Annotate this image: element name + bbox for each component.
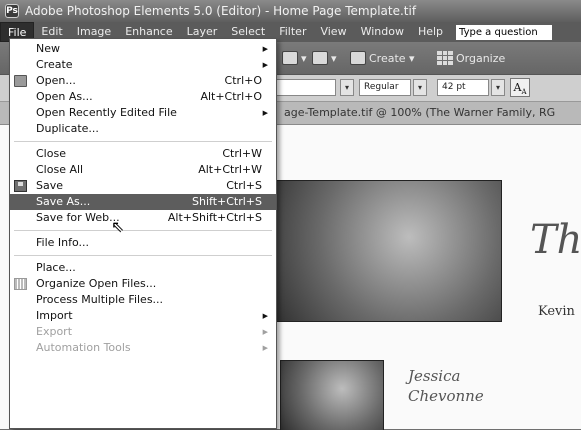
menu-item-close[interactable]: Close Ctrl+W xyxy=(10,146,276,162)
save-disk-icon xyxy=(14,180,27,192)
anti-alias-button[interactable]: AA xyxy=(510,78,530,97)
menu-item-duplicate[interactable]: Duplicate... xyxy=(10,121,276,137)
share-icon xyxy=(312,51,328,65)
menu-item-automation-tools: Automation Tools ▶ xyxy=(36,341,268,354)
window-title: Adobe Photoshop Elements 5.0 (Editor) - … xyxy=(25,4,417,18)
font-size-field[interactable]: 42 pt xyxy=(437,79,489,96)
ps-elements-icon[interactable]: Ps xyxy=(5,4,19,18)
menu-separator xyxy=(14,230,272,231)
submenu-arrow-icon: ▶ xyxy=(262,328,268,336)
menu-item-process-multiple[interactable]: Process Multiple Files... xyxy=(10,292,276,308)
font-style-dropdown[interactable]: ▾ xyxy=(413,79,427,96)
child-photo xyxy=(280,360,384,430)
menu-item-open-recent[interactable]: Open Recently Edited File ▶ xyxy=(10,105,276,121)
organize-grid-icon xyxy=(437,51,453,65)
open-folder-icon xyxy=(282,51,298,65)
font-family-field[interactable] xyxy=(276,79,336,96)
menu-item-save-as[interactable]: Save As... Shift+Ctrl+S xyxy=(10,194,276,210)
submenu-arrow-icon: ▶ xyxy=(262,109,268,117)
submenu-arrow-icon: ▶ xyxy=(262,312,268,320)
menu-item-save[interactable]: Save Ctrl+S xyxy=(10,178,276,194)
document-title: age-Template.tif @ 100% (The Warner Fami… xyxy=(284,106,556,119)
name-text-chevonne: Chevonne xyxy=(408,387,484,405)
submenu-arrow-icon: ▶ xyxy=(262,45,268,53)
menu-view[interactable]: View xyxy=(313,22,353,42)
script-title: Th xyxy=(530,217,581,263)
menu-separator xyxy=(14,141,272,142)
menu-item-import[interactable]: Import ▶ xyxy=(10,308,276,324)
menu-help[interactable]: Help xyxy=(411,22,450,42)
menu-item-create[interactable]: Create ▶ xyxy=(10,57,276,73)
title-bar: Ps Adobe Photoshop Elements 5.0 (Editor)… xyxy=(0,0,581,22)
create-button[interactable]: Create ▾ xyxy=(350,50,415,66)
menu-filter[interactable]: Filter xyxy=(272,22,313,42)
open-folder-icon xyxy=(14,75,27,87)
create-icon xyxy=(350,51,366,65)
menu-item-close-all[interactable]: Close All Alt+Ctrl+W xyxy=(10,162,276,178)
menu-item-place[interactable]: Place... xyxy=(10,260,276,276)
name-text-jessica: Jessica xyxy=(408,367,461,385)
menu-item-file-info[interactable]: File Info... xyxy=(10,235,276,251)
font-style-field[interactable]: Regular xyxy=(359,79,411,96)
name-text-kevin: Kevin xyxy=(538,304,575,319)
help-search-input[interactable]: Type a question xyxy=(456,24,553,40)
menu-item-open-as[interactable]: Open As... Alt+Ctrl+O xyxy=(10,89,276,105)
organize-icon xyxy=(14,278,27,290)
submenu-arrow-icon: ▶ xyxy=(262,61,268,69)
menu-item-export: Export ▶ xyxy=(36,325,268,338)
organize-button[interactable]: Organize xyxy=(437,50,505,66)
file-menu-dropdown: New ▶ Create ▶ Open... Ctrl+O Open As...… xyxy=(9,38,277,429)
menu-window[interactable]: Window xyxy=(354,22,411,42)
menu-item-new[interactable]: New ▶ xyxy=(10,41,276,57)
menu-item-open[interactable]: Open... Ctrl+O xyxy=(10,73,276,89)
menu-item-organize-open-files[interactable]: Organize Open Files... xyxy=(10,276,276,292)
submenu-arrow-icon: ▶ xyxy=(262,344,268,352)
open-tool-button[interactable]: ▾ xyxy=(282,50,307,66)
menu-separator xyxy=(14,255,272,256)
family-photo xyxy=(270,180,502,322)
share-tool-button[interactable]: ▾ xyxy=(312,50,337,66)
mouse-pointer-icon: ⇖ xyxy=(111,217,125,236)
font-family-dropdown[interactable]: ▾ xyxy=(340,79,354,96)
font-size-dropdown[interactable]: ▾ xyxy=(491,79,505,96)
menu-item-save-for-web[interactable]: Save for Web... Alt+Shift+Ctrl+S xyxy=(10,210,276,226)
